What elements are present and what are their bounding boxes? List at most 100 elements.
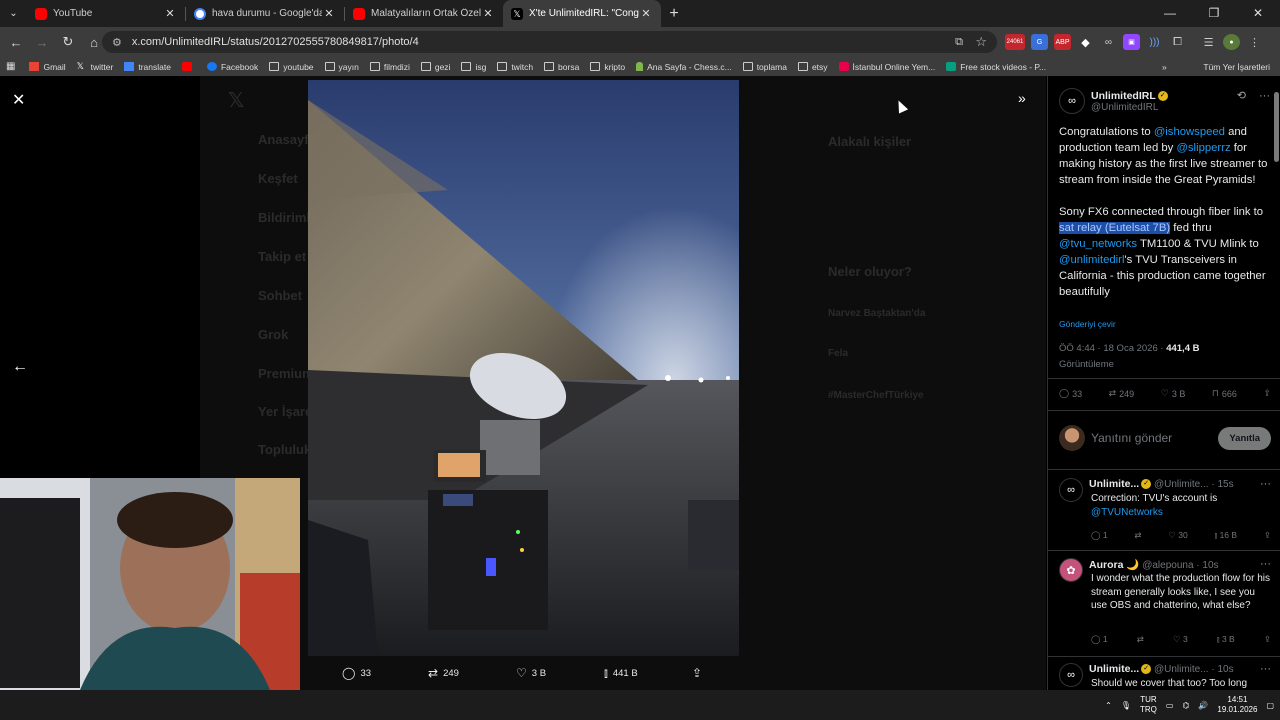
bookmarks-overflow-icon[interactable]: »	[1162, 62, 1167, 72]
bookmark-folder-filmdizi[interactable]: filmdizi	[369, 62, 410, 72]
repost-icon[interactable]: ⇄	[1137, 634, 1144, 645]
twitch-ext-icon[interactable]: ▣	[1123, 34, 1140, 50]
mask-ext-icon[interactable]: ∞	[1100, 34, 1117, 50]
forward-icon[interactable]: →	[30, 35, 54, 50]
reply-button[interactable]: ◯ 33	[1059, 388, 1082, 399]
mention-link[interactable]: @TVUNetworks	[1091, 507, 1163, 518]
mention-link[interactable]: @ishowspeed	[1154, 126, 1225, 138]
tab-youtube[interactable]: YouTube ✕	[27, 0, 185, 27]
commenter-handle[interactable]: @Unlimite... · 10s	[1154, 664, 1234, 675]
close-tab-icon[interactable]: ✕	[639, 7, 653, 20]
language-switcher[interactable]: TUR TRQ	[1140, 695, 1157, 715]
post-photo[interactable]	[308, 80, 739, 656]
volume-icon[interactable]: 🔊	[1198, 701, 1208, 710]
install-app-icon[interactable]: ⧉	[955, 36, 963, 49]
share-button[interactable]: ⇪	[1263, 388, 1271, 399]
reload-icon[interactable]: ↻	[56, 34, 80, 50]
bookmark-pexels[interactable]: Free stock videos - P...	[946, 62, 1046, 72]
mention-link[interactable]: @tvu_networks	[1059, 238, 1137, 250]
photo-share-button[interactable]: ⇪	[692, 666, 702, 680]
reply-button[interactable]: ◯ 1	[1091, 634, 1108, 645]
reply-item[interactable]: ∞ Unlimite... ✓ @Unlimite... · 10s Should…	[1059, 663, 1271, 690]
reply-submit-button[interactable]: Yanıtla	[1218, 426, 1271, 450]
tab-google[interactable]: hava durumu - Google'da Ara ✕	[186, 0, 344, 27]
sidebar-scrollbar[interactable]	[1274, 92, 1279, 162]
photo-reply-button[interactable]: ◯ 33	[342, 666, 371, 680]
address-bar[interactable]: ⚙ x.com/UnlimitedIRL/status/201270255578…	[102, 31, 997, 53]
bookmark-star-icon[interactable]: ☆	[975, 34, 987, 50]
commenter-avatar[interactable]: ✿	[1059, 558, 1083, 582]
translate-post-link[interactable]: Gönderiyi çevir	[1059, 319, 1116, 329]
author-avatar[interactable]: ∞	[1059, 88, 1085, 114]
mention-link[interactable]: @slipperrz	[1176, 142, 1230, 154]
commenter-avatar[interactable]: ∞	[1059, 663, 1083, 687]
repost-button[interactable]: ⇄ 249	[1109, 388, 1135, 399]
extensions-puzzle-icon[interactable]: ⧠	[1169, 34, 1186, 50]
share-icon[interactable]: ⇪	[1264, 530, 1271, 541]
commenter-name[interactable]: Unlimite...	[1089, 478, 1139, 490]
site-info-icon[interactable]: ⚙	[112, 36, 122, 49]
bookmark-gmail[interactable]: Gmail	[29, 62, 66, 72]
reply-item[interactable]: ∞ Unlimite... ✓ @Unlimite... · 15s Correc…	[1059, 478, 1271, 548]
adblock-icon[interactable]: ABP	[1054, 34, 1071, 50]
author-handle[interactable]: @UnlimitedIRL	[1091, 102, 1168, 113]
close-viewer-icon[interactable]: ✕	[12, 90, 25, 110]
close-tab-icon[interactable]: ✕	[481, 7, 495, 20]
close-window-icon[interactable]: ✕	[1236, 0, 1280, 27]
user-avatar[interactable]	[1059, 425, 1085, 451]
bookmark-folder-kripto[interactable]: kripto	[590, 62, 625, 72]
tab-search-icon[interactable]: ⌄	[0, 0, 27, 27]
share-icon[interactable]: ⇪	[1264, 634, 1271, 645]
translate-ext-icon[interactable]: G	[1031, 34, 1048, 50]
bookmark-twitter[interactable]: 𝕏twitter	[77, 62, 114, 72]
menu-dots-icon[interactable]: ⋮	[1246, 34, 1263, 50]
bookmark-folder-yayin[interactable]: yayın	[324, 62, 359, 72]
post-timestamp[interactable]: ÖÖ 4:44 · 18 Oca 2026 ·	[1059, 343, 1166, 354]
views-button[interactable]: ⫾ 16 B	[1214, 530, 1237, 541]
extension-badge-icon[interactable]: 24061	[1005, 34, 1025, 50]
minimize-icon[interactable]: —	[1148, 0, 1192, 27]
mention-link[interactable]: @unlimitedirl	[1059, 254, 1124, 266]
bookmark-button[interactable]: ⊓ 666	[1212, 388, 1237, 399]
new-tab-button[interactable]: +	[661, 5, 687, 23]
bookmark-folder-youtube[interactable]: youtube	[269, 62, 314, 72]
bookmark-youtube-fav[interactable]	[181, 62, 196, 71]
reply-input[interactable]: Yanıtını gönder	[1091, 431, 1212, 445]
back-icon[interactable]: ←	[4, 35, 28, 50]
all-bookmarks[interactable]: Tüm Yer İşaretleri	[1199, 62, 1270, 72]
more-options-icon[interactable]: ···	[1260, 663, 1271, 675]
author-name[interactable]: UnlimitedIRL	[1091, 90, 1156, 102]
commenter-name[interactable]: Aurora 🌙	[1089, 559, 1139, 571]
bookmark-folder-borsa[interactable]: borsa	[544, 62, 579, 72]
apps-grid-icon[interactable]: ▦	[6, 61, 15, 72]
like-button[interactable]: ♡ 3 B	[1161, 388, 1186, 399]
commenter-handle[interactable]: @Unlimite... · 15s	[1154, 479, 1234, 490]
previous-photo-icon[interactable]: ←	[12, 358, 28, 376]
restore-icon[interactable]: ❐	[1192, 0, 1236, 27]
network-icon[interactable]: ⌬	[1182, 701, 1189, 710]
bookmark-folder-isg[interactable]: isg	[461, 62, 486, 72]
more-options-icon[interactable]: ···	[1260, 478, 1271, 490]
display-icon[interactable]: ▭	[1166, 701, 1174, 710]
collapse-sidebar-icon[interactable]: »	[1018, 90, 1026, 106]
microphone-icon[interactable]: 🎙	[1121, 701, 1131, 710]
like-button[interactable]: ♡ 30	[1168, 530, 1187, 541]
commenter-avatar[interactable]: ∞	[1059, 478, 1083, 502]
tab-x[interactable]: 𝕏 X'te UnlimitedIRL: "Congratulat ✕	[503, 0, 661, 27]
diamond-ext-icon[interactable]: ◆	[1077, 34, 1094, 50]
close-tab-icon[interactable]: ✕	[322, 7, 336, 20]
reading-list-icon[interactable]: ☰	[1200, 34, 1217, 50]
repost-icon[interactable]: ⇄	[1134, 530, 1141, 541]
bookmark-facebook[interactable]: Facebook	[206, 62, 258, 72]
like-button[interactable]: ♡ 3	[1173, 634, 1188, 645]
reply-button[interactable]: ◯ 1	[1091, 530, 1108, 541]
bookmark-translate[interactable]: translate	[124, 62, 171, 72]
photo-like-button[interactable]: ♡ 3 B	[516, 666, 546, 680]
system-clock[interactable]: 14:51 19.01.2026	[1217, 695, 1257, 715]
show-hidden-icons-icon[interactable]: ⌃	[1105, 701, 1112, 710]
audio-ext-icon[interactable]: )))	[1146, 34, 1163, 50]
photo-repost-button[interactable]: ⇄ 249	[428, 666, 459, 680]
bookmark-folder-toplama[interactable]: toplama	[742, 62, 787, 72]
close-tab-icon[interactable]: ✕	[163, 7, 177, 20]
bookmark-chess[interactable]: Ana Sayfa - Chess.c...	[636, 62, 732, 72]
